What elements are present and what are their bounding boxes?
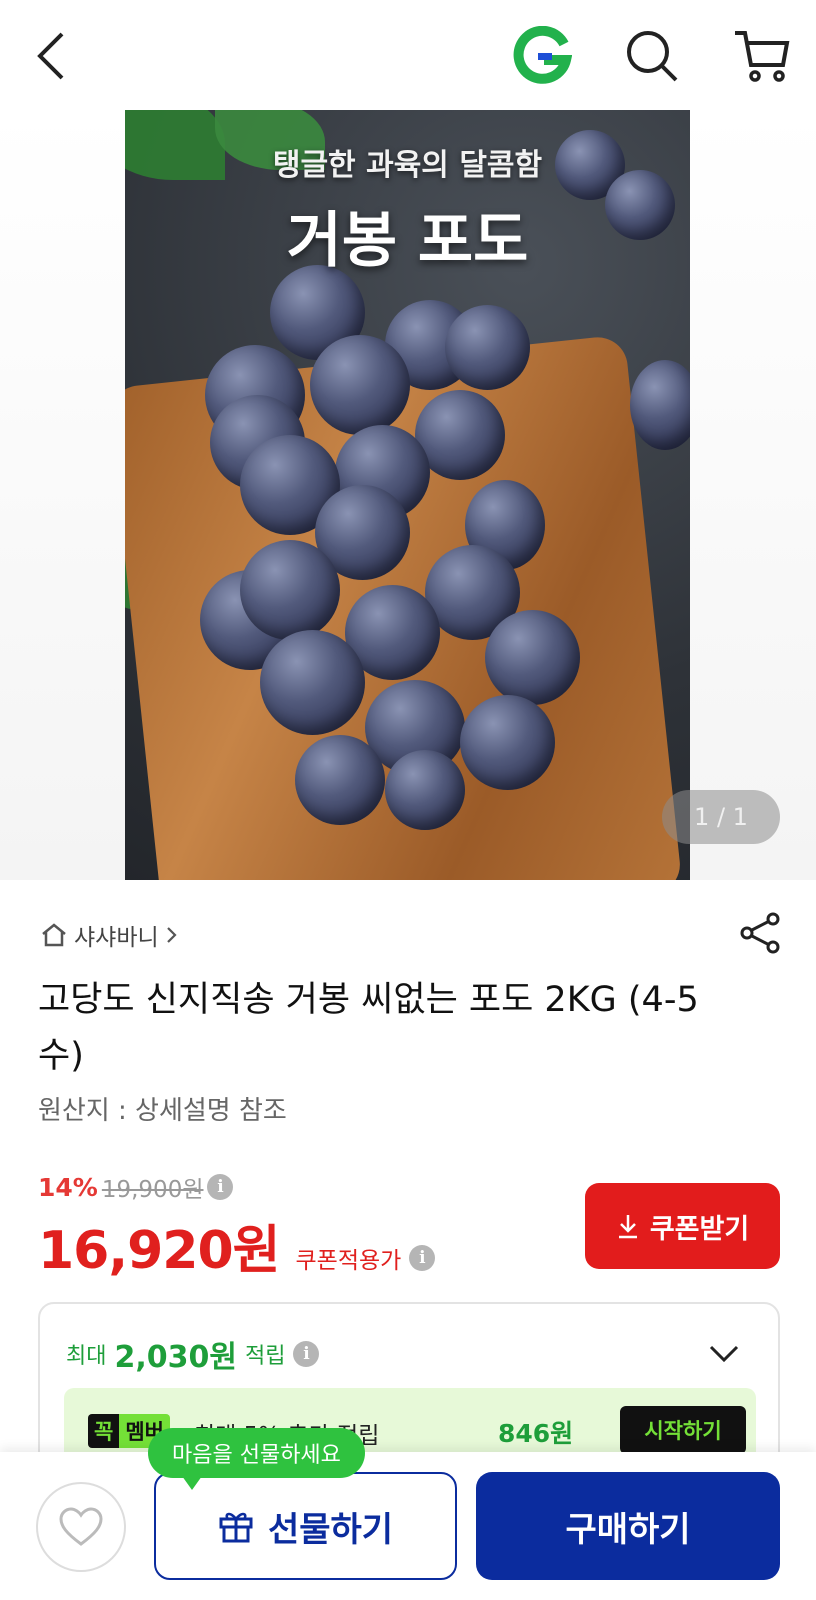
buy-button[interactable]: 구매하기 — [476, 1472, 780, 1580]
search-icon — [627, 31, 678, 82]
original-price: 19,900원 — [101, 1177, 204, 1203]
store-name: 샤샤바니 — [74, 925, 159, 951]
gift-icon — [219, 1512, 253, 1543]
coupon-price-note: 쿠폰적용가 i — [296, 1241, 436, 1275]
search-button[interactable] — [620, 24, 684, 88]
reward-amount: 2,030원 — [114, 1340, 237, 1375]
product-image-carousel[interactable]: 탱글한 과육의 달콤함 거봉 포도 1 / 1 — [0, 110, 816, 880]
expand-reward-button[interactable] — [704, 1334, 744, 1374]
chevron-left-icon — [37, 32, 64, 80]
share-button[interactable] — [738, 910, 784, 956]
membership-start-button[interactable]: 시작하기 — [620, 1406, 746, 1454]
image-counter: 1 / 1 — [662, 790, 780, 844]
top-header — [0, 0, 816, 110]
coupon-button-label: 쿠폰받기 — [649, 1213, 750, 1245]
reward-suffix: 적립 — [244, 1344, 286, 1369]
gift-button-label: 선물하기 — [267, 1509, 394, 1550]
coupon-note-label: 쿠폰적용가 — [295, 1248, 402, 1274]
reward-prefix: 최대 — [66, 1344, 107, 1369]
heart-icon — [59, 1507, 103, 1546]
cart-icon — [735, 31, 790, 82]
membership-amount: 846원 — [498, 1419, 574, 1448]
chevron-down-icon — [709, 1345, 739, 1363]
membership-logo-part-a: 꼭 — [88, 1414, 120, 1448]
wishlist-button[interactable] — [36, 1482, 126, 1572]
store-link[interactable]: 샤샤바니 — [40, 918, 179, 952]
g-logo-icon — [513, 26, 572, 84]
discount-rate: 14% — [38, 1172, 98, 1202]
info-icon[interactable]: i — [409, 1245, 436, 1271]
price-row: 16,920원 쿠폰적용가 i — [38, 1208, 436, 1283]
grape-product-photo: 탱글한 과육의 달콤함 거봉 포도 — [125, 110, 690, 880]
share-icon — [740, 912, 780, 954]
promo-subtitle: 탱글한 과육의 달콤함 — [272, 148, 543, 183]
info-icon[interactable]: i — [293, 1341, 320, 1367]
promo-title: 거봉 포도 — [286, 206, 529, 276]
gift-tooltip: 마음을 선물하세요 — [148, 1428, 365, 1490]
buy-button-label: 구매하기 — [565, 1509, 691, 1550]
sale-price: 16,920원 — [38, 1221, 281, 1281]
origin-info: 원산지 : 상세설명 참조 — [38, 1096, 287, 1126]
back-button[interactable] — [20, 24, 84, 88]
bottom-action-bar: 선물하기 구매하기 — [0, 1452, 816, 1600]
download-icon — [618, 1215, 637, 1239]
product-title: 고당도 신지직송 거봉 씨없는 포도 2KG (4-5수) — [38, 980, 699, 1076]
chevron-right-icon — [166, 927, 177, 943]
gmarket-logo[interactable] — [510, 24, 574, 88]
info-icon[interactable]: i — [207, 1174, 234, 1200]
discount-row: 14% 19,900원 i — [38, 1170, 234, 1204]
cart-button[interactable] — [730, 24, 794, 88]
home-icon — [42, 923, 66, 947]
reward-summary: 최대 2,030원 적립 i — [66, 1332, 320, 1376]
coupon-download-button[interactable]: 쿠폰받기 — [585, 1183, 780, 1269]
